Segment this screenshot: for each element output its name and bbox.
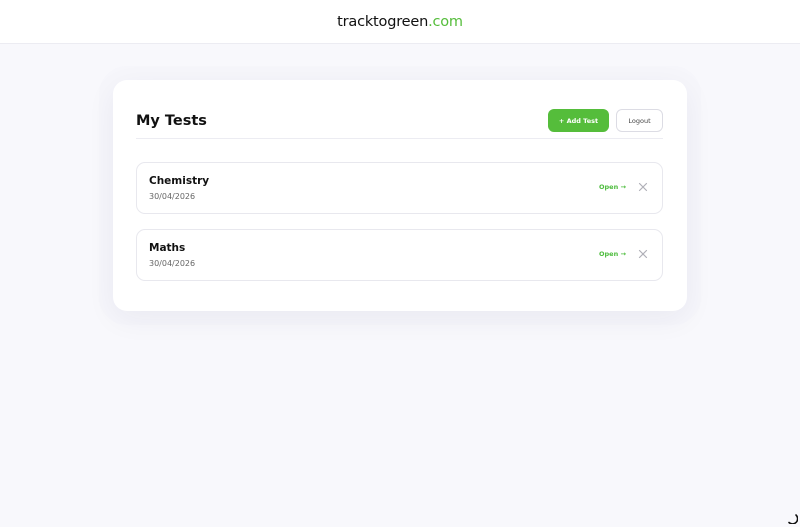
- brand-domain: .com: [428, 13, 463, 30]
- header-divider: [136, 138, 663, 139]
- close-icon[interactable]: [637, 248, 649, 260]
- logout-button[interactable]: Logout: [616, 109, 663, 132]
- test-name: Chemistry: [149, 175, 210, 187]
- open-test-link[interactable]: Open →: [599, 250, 626, 258]
- close-icon[interactable]: [637, 181, 649, 193]
- open-test-link[interactable]: Open →: [599, 183, 626, 191]
- page-title: My Tests: [136, 112, 207, 129]
- add-test-button[interactable]: + Add Test: [548, 109, 609, 132]
- card-header: My Tests + Add Test Logout: [136, 103, 663, 138]
- spinner-icon: [788, 514, 798, 524]
- brand-name: tracktogreen: [337, 13, 429, 30]
- test-item-chemistry: Chemistry 30/04/2026 Open →: [136, 162, 663, 214]
- test-date: 30/04/2026: [149, 259, 196, 268]
- brand-logo[interactable]: tracktogreen .com: [337, 14, 463, 30]
- test-name: Maths: [149, 242, 186, 254]
- top-bar: tracktogreen .com: [0, 0, 800, 44]
- test-date: 30/04/2026: [149, 192, 196, 201]
- test-item-maths: Maths 30/04/2026 Open →: [136, 229, 663, 281]
- tests-card: My Tests + Add Test Logout Chemistry 30/…: [113, 80, 687, 311]
